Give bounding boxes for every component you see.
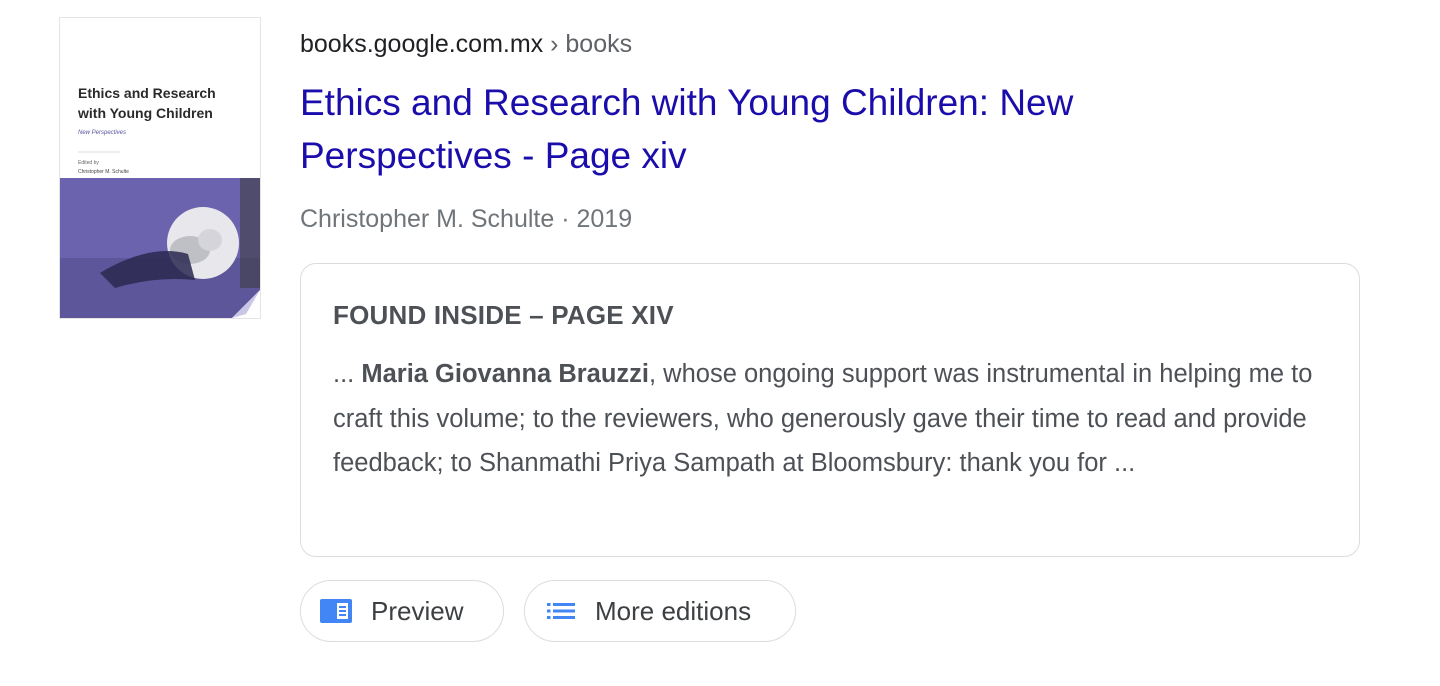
result-author: Christopher M. Schulte	[300, 205, 555, 233]
result-meta: Christopher M. Schulte · 2019	[300, 203, 632, 235]
book-cover-image: Ethics and Research with Young Children …	[60, 18, 260, 318]
meta-separator: ·	[554, 205, 577, 233]
result-url[interactable]: books.google.com.mx › books	[300, 28, 632, 60]
more-editions-button[interactable]: More editions	[524, 580, 796, 642]
result-title-link[interactable]: Ethics and Research with Young Children:…	[300, 76, 1200, 182]
breadcrumb-separator: ›	[543, 30, 566, 58]
book-cover-thumbnail[interactable]: Ethics and Research with Young Children …	[60, 18, 260, 318]
snippet-highlight: Maria Giovanna Brauzzi	[361, 360, 650, 388]
result-title-line2: Perspectives - Page xiv	[300, 135, 687, 176]
cover-title-line1: Ethics and Research	[78, 85, 216, 101]
found-inside-card[interactable]: FOUND INSIDE – PAGE XIV ... Maria Giovan…	[300, 263, 1360, 557]
cover-editor-label: Edited by	[78, 160, 99, 166]
book-search-result: Ethics and Research with Young Children …	[0, 0, 1440, 686]
book-preview-icon	[319, 598, 353, 624]
result-domain: books.google.com.mx	[300, 30, 544, 58]
cover-title-line2: with Young Children	[77, 105, 213, 121]
more-editions-label: More editions	[595, 595, 752, 626]
snippet-text: ... Maria Giovanna Brauzzi, whose ongoin…	[333, 352, 1333, 486]
cover-editor-name: Christopher M. Schulte	[78, 169, 129, 175]
preview-button[interactable]: Preview	[300, 580, 504, 642]
result-breadcrumb: books	[565, 30, 633, 58]
list-icon	[547, 601, 575, 621]
result-year: 2019	[576, 205, 633, 233]
snippet-prefix: ...	[333, 360, 362, 388]
cover-subtitle: New Perspectives	[78, 130, 126, 136]
found-inside-heading: FOUND INSIDE – PAGE XIV	[333, 300, 674, 330]
preview-label: Preview	[371, 595, 464, 626]
result-title-line1: Ethics and Research with Young Children:…	[300, 82, 1074, 123]
